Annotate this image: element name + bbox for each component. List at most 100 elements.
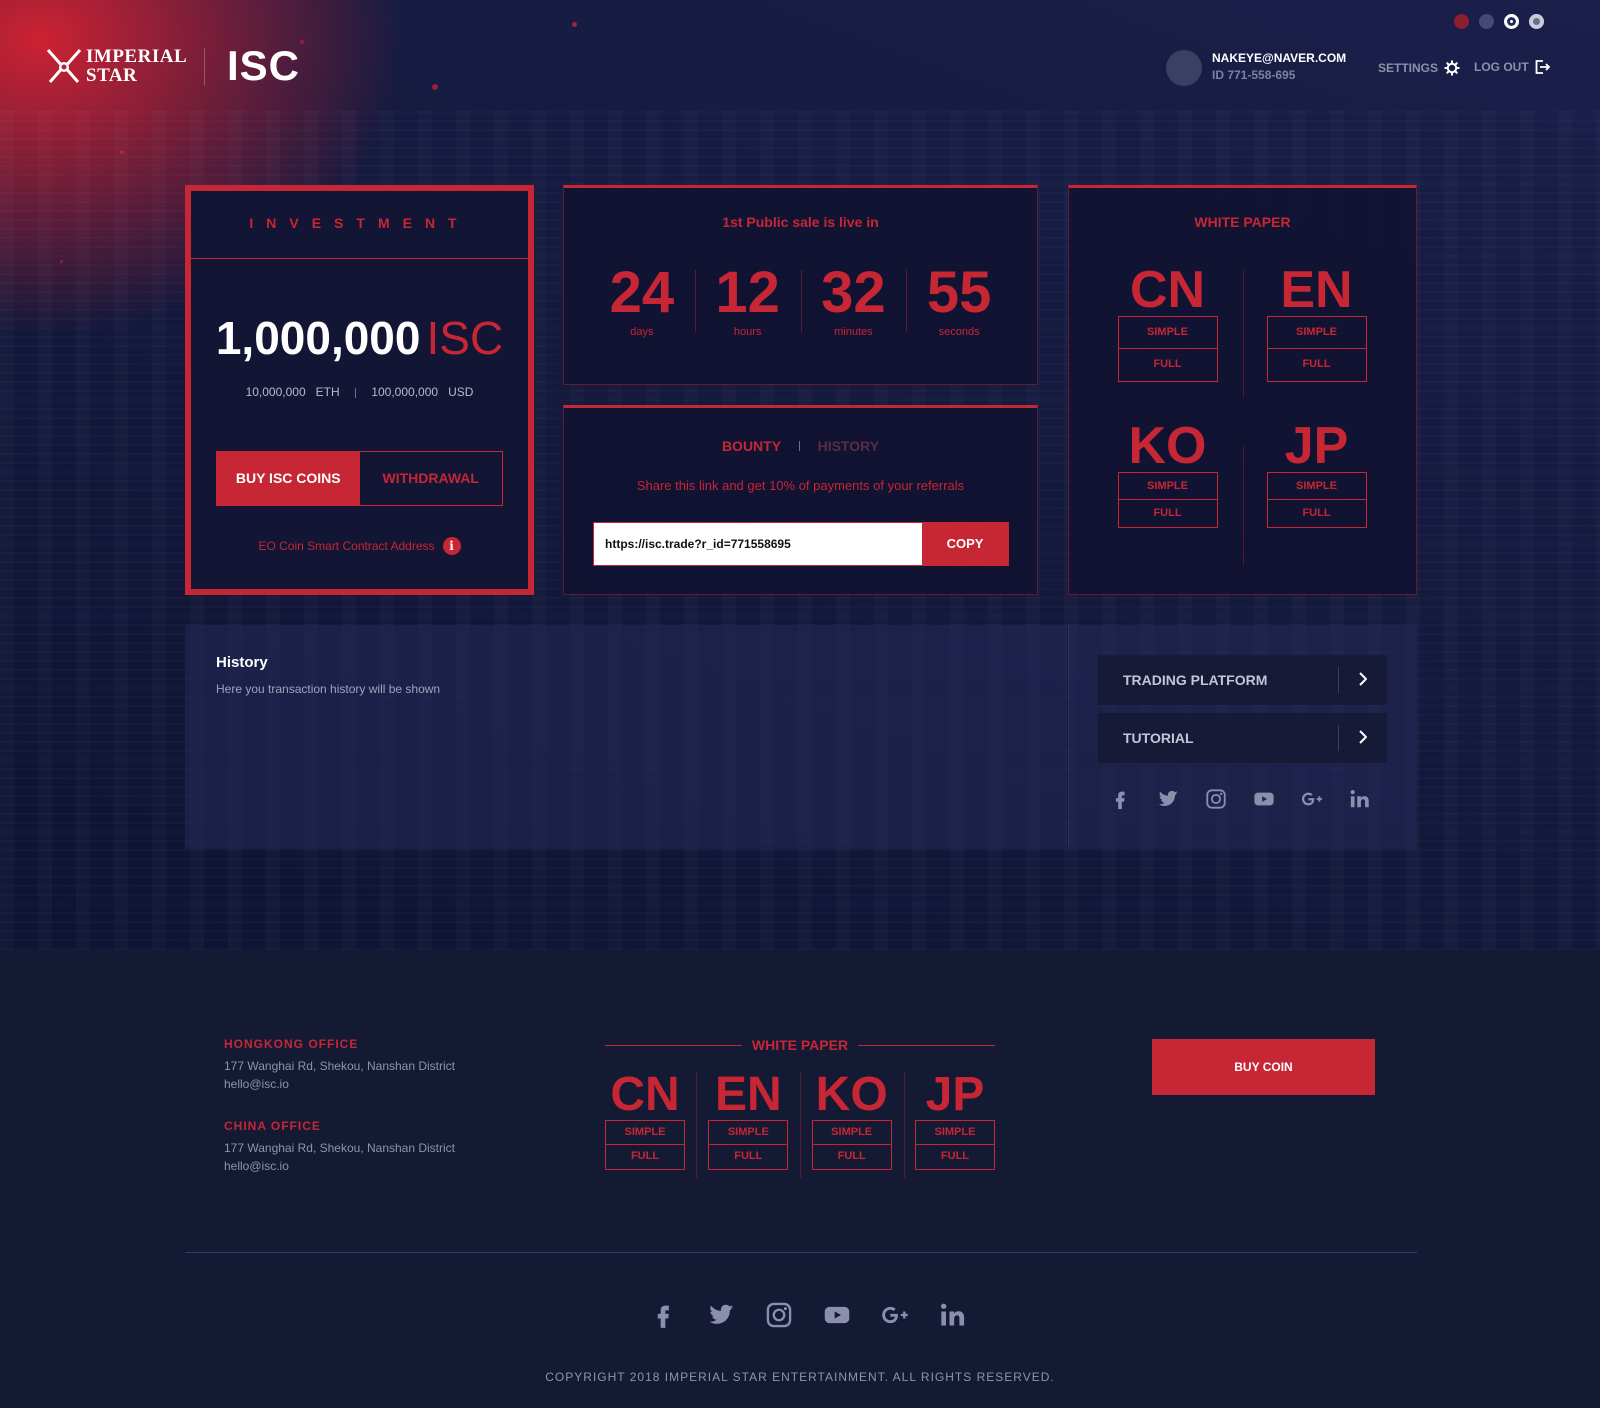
instagram-icon[interactable] — [1205, 788, 1227, 810]
google-plus-icon[interactable] — [881, 1301, 909, 1329]
buy-isc-coins-button[interactable]: BUY ISC COINS — [217, 452, 360, 505]
decor-dot — [432, 84, 438, 90]
full-button[interactable]: FULL — [708, 1145, 789, 1170]
tab-history[interactable]: HISTORY — [818, 438, 879, 454]
simple-button[interactable]: SIMPLE — [811, 1120, 892, 1145]
google-plus-icon[interactable] — [1301, 788, 1323, 810]
white-paper-jp: JP SIMPLE FULL — [1266, 420, 1367, 528]
tab-bounty[interactable]: BOUNTY — [722, 438, 781, 454]
language-code: EN — [714, 1068, 782, 1121]
language-code: CN — [1129, 261, 1206, 319]
footer-white-paper-title: WHITE PAPER — [751, 1037, 849, 1053]
twitter-icon[interactable] — [707, 1301, 735, 1329]
contract-address-link[interactable]: EO Coin Smart Contract Address i — [191, 537, 528, 555]
simple-button[interactable]: SIMPLE — [708, 1120, 789, 1145]
simple-button[interactable]: SIMPLE — [1266, 316, 1367, 349]
contract-label: EO Coin Smart Contract Address — [258, 539, 435, 553]
youtube-icon[interactable] — [823, 1301, 851, 1329]
china-office-email[interactable]: hello@isc.io — [224, 1157, 455, 1175]
china-office-details: 177 Wanghai Rd, Shekou, Nanshan District… — [224, 1139, 455, 1175]
full-button[interactable]: FULL — [811, 1145, 892, 1170]
buy-coin-button[interactable]: BUY COIN — [1152, 1039, 1375, 1095]
full-button[interactable]: FULL — [1117, 500, 1218, 528]
decor-dot — [300, 40, 304, 44]
tutorial-link[interactable]: TUTORIAL — [1098, 713, 1387, 763]
withdrawal-button[interactable]: WITHDRAWAL — [360, 452, 503, 505]
simple-button[interactable]: SIMPLE — [1266, 472, 1367, 500]
full-button[interactable]: FULL — [1266, 500, 1367, 528]
white-paper-en: EN SIMPLE FULL — [1266, 264, 1367, 382]
korea-flag-icon[interactable] — [1504, 14, 1519, 29]
linkedin-icon[interactable] — [1349, 788, 1371, 810]
logout-link[interactable]: LOG OUT — [1474, 60, 1551, 74]
footer-social-links — [649, 1301, 967, 1329]
investment-card: INVESTMENT 1,000,000 ISC 10,000,000 ETH 1… — [185, 185, 534, 595]
full-button[interactable]: FULL — [1266, 349, 1367, 382]
usd-value: 100,000,000 — [371, 385, 439, 399]
full-button[interactable]: FULL — [1117, 349, 1218, 382]
countdown-hours: 12 hours — [694, 264, 801, 338]
trading-platform-label: TRADING PLATFORM — [1123, 672, 1268, 688]
logout-label: LOG OUT — [1474, 60, 1529, 74]
brand-title: ISC — [227, 42, 301, 89]
language-flags — [1454, 14, 1544, 29]
investment-conversion: 10,000,000 ETH 100,000,000 USD — [191, 385, 528, 399]
settings-label: SETTINGS — [1378, 61, 1439, 75]
crossed-swords-icon — [46, 49, 82, 83]
japan-flag-icon[interactable] — [1529, 14, 1544, 29]
countdown-label: hours — [733, 326, 762, 338]
usd-unit: USD — [448, 385, 474, 399]
full-button[interactable]: FULL — [914, 1145, 995, 1170]
china-office-title: CHINA OFFICE — [224, 1119, 321, 1133]
amount-value: 1,000,000 — [215, 312, 421, 364]
youtube-icon[interactable] — [1253, 788, 1275, 810]
facebook-icon[interactable] — [649, 1301, 677, 1329]
imperial-star-logo[interactable]: IMPERIAL STAR — [46, 46, 187, 86]
info-icon[interactable]: i — [442, 537, 461, 555]
full-button[interactable]: FULL — [605, 1145, 685, 1170]
divider — [354, 387, 356, 398]
simple-button[interactable]: SIMPLE — [605, 1120, 685, 1145]
countdown-label: days — [630, 326, 654, 338]
eth-unit: ETH — [315, 385, 340, 399]
footer-divider — [185, 1252, 1417, 1253]
hongkong-office-address: 177 Wanghai Rd, Shekou, Nanshan District — [224, 1059, 456, 1073]
twitter-icon[interactable] — [1157, 788, 1179, 810]
white-paper-card: WHITE PAPER CN SIMPLE FULL EN SIMPLE FUL… — [1068, 185, 1417, 595]
chevron-right-icon — [1359, 672, 1367, 686]
linkedin-icon[interactable] — [939, 1301, 967, 1329]
facebook-icon[interactable] — [1109, 788, 1131, 810]
divider — [1338, 725, 1339, 751]
decor-dot — [572, 22, 577, 27]
language-code: EN — [1280, 261, 1353, 319]
instagram-icon[interactable] — [765, 1301, 793, 1329]
decor-dot — [60, 260, 63, 263]
countdown-title: 1st Public sale is live in — [722, 214, 879, 230]
countdown-value: 55 — [926, 260, 992, 325]
language-code: KO — [1128, 417, 1207, 475]
trading-platform-link[interactable]: TRADING PLATFORM — [1098, 655, 1387, 705]
referral-link-box: COPY — [593, 522, 1009, 566]
simple-button[interactable]: SIMPLE — [914, 1120, 995, 1145]
side-panel: TRADING PLATFORM TUTORIAL — [1068, 625, 1417, 849]
china-office-address: 177 Wanghai Rd, Shekou, Nanshan District — [224, 1141, 456, 1155]
copy-button[interactable]: COPY — [922, 523, 1008, 565]
simple-button[interactable]: SIMPLE — [1117, 316, 1218, 349]
simple-button[interactable]: SIMPLE — [1117, 472, 1218, 500]
settings-link[interactable]: SETTINGS — [1378, 60, 1460, 76]
footer-white-paper-cn: CN SIMPLE FULL — [605, 1070, 685, 1170]
gear-icon — [1444, 60, 1460, 76]
language-code: JP — [1284, 417, 1349, 475]
footer-white-paper-ko: KO SIMPLE FULL — [811, 1070, 892, 1170]
white-paper-grid: CN SIMPLE FULL EN SIMPLE FULL KO SIMPLE … — [1117, 264, 1367, 528]
logo-line2: STAR — [86, 65, 138, 86]
countdown-seconds: 55 seconds — [906, 264, 1012, 338]
hongkong-office-email[interactable]: hello@isc.io — [224, 1075, 455, 1093]
divider — [1338, 667, 1339, 693]
investment-title: INVESTMENT — [191, 191, 528, 259]
uk-flag-icon[interactable] — [1479, 14, 1494, 29]
copyright: COPYRIGHT 2018 IMPERIAL STAR ENTERTAINME… — [545, 1370, 1055, 1384]
avatar[interactable] — [1166, 50, 1202, 86]
china-flag-icon[interactable] — [1454, 14, 1469, 29]
referral-link-input[interactable] — [594, 523, 922, 565]
